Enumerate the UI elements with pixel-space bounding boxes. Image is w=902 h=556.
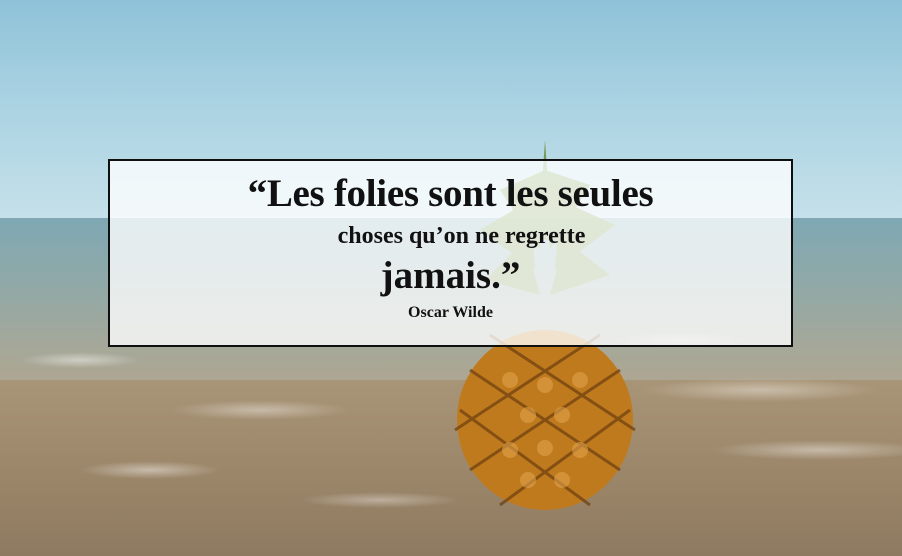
- quote-author: Oscar Wilde: [408, 304, 493, 321]
- quote-line-1: “Les folies sont les seules: [247, 172, 654, 215]
- quote-box: “Les folies sont les seules choses qu’on…: [108, 159, 793, 347]
- quote-line-3: jamais.”: [380, 254, 521, 297]
- quote-line-2: choses qu’on ne regrette: [337, 223, 586, 249]
